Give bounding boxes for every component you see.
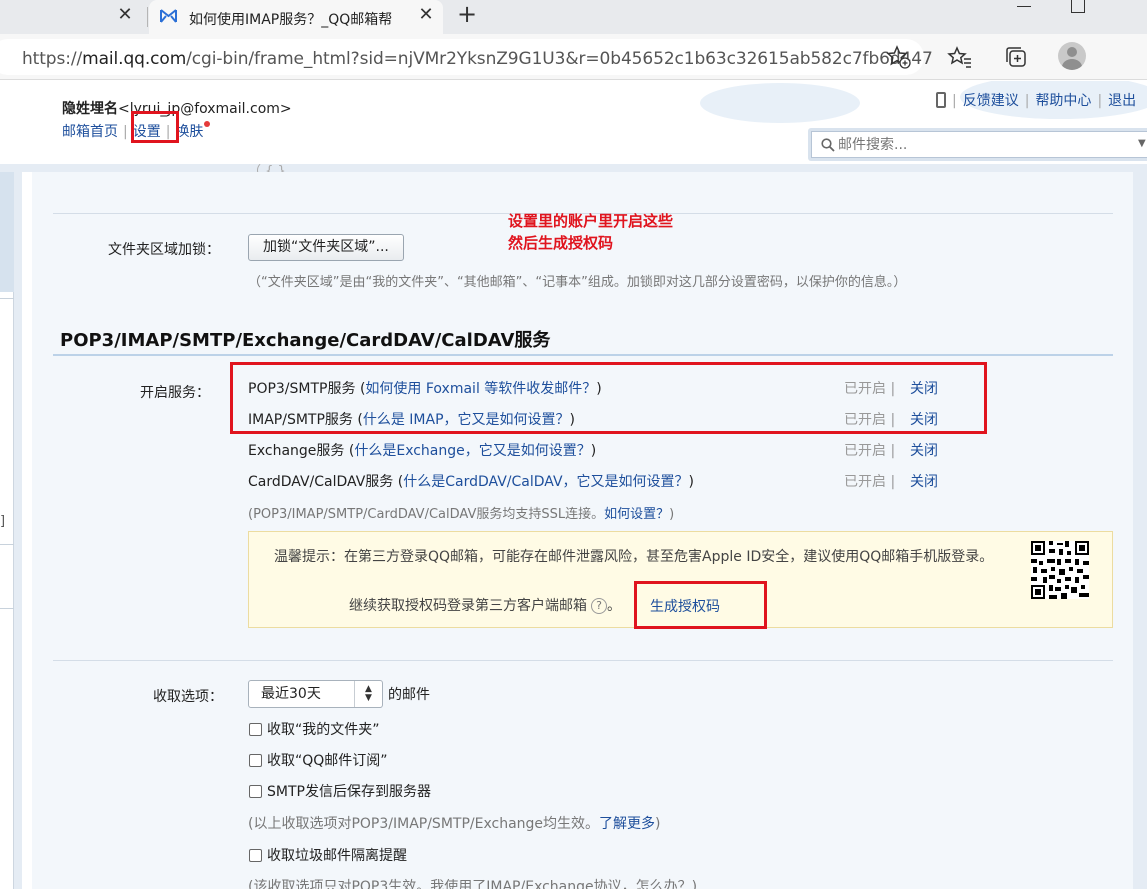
favorites-icon[interactable] (947, 44, 973, 70)
add-favorite-icon[interactable] (886, 44, 912, 70)
left-sidebar-edge: ] (0, 172, 14, 889)
browser-toolbar: https://mail.qq.com/cgi-bin/frame_html?s… (0, 34, 1147, 80)
search-icon[interactable] (821, 138, 835, 152)
continue-text: 继续获取授权码登录第三方客户端邮箱?。 (349, 598, 621, 614)
url-text: https://mail.qq.com/cgi-bin/frame_html?s… (22, 49, 933, 69)
folder-lock-hint: （“文件夹区域”是由“我的文件夹”、“其他邮箱”、“记事本”组成。加锁即对这几部… (248, 275, 907, 290)
mobile-phone-icon[interactable] (936, 92, 946, 108)
search-box: ▼ (811, 131, 1147, 158)
close-tab-icon[interactable]: ✕ (415, 4, 437, 26)
mail-search: ▼ (808, 128, 1147, 161)
feedback-link[interactable]: 反馈建议 (963, 93, 1019, 109)
close-service-link[interactable]: 关闭 (910, 471, 938, 491)
select-arrows-icon[interactable]: ▲ ▼ (354, 681, 382, 707)
service-row-carddav: CardDAV/CalDAV服务 (什么是CardDAV/CalDAV，它又是如… (248, 474, 695, 490)
profile-icon[interactable] (1058, 42, 1086, 70)
tab-separator (147, 7, 148, 27)
annotation-line: 然后生成授权码 (508, 234, 614, 252)
collections-icon[interactable] (1003, 44, 1029, 70)
browser-tab-strip: ✕ 如何使用IMAP服务？_QQ邮箱帮 ✕ + (0, 0, 1147, 34)
receive-range-select[interactable]: 最近30天 ▲ ▼ (248, 680, 383, 708)
annotation-box-settings (131, 111, 179, 143)
ssl-hint: (POP3/IMAP/SMTP/CardDAV/CalDAV服务均支持SSL连接… (248, 507, 675, 522)
learn-more-link[interactable]: 了解更多 (599, 816, 655, 832)
divider (53, 660, 1113, 661)
checkbox[interactable] (249, 723, 262, 736)
search-dropdown-icon[interactable]: ▼ (1138, 138, 1146, 149)
receive-range-suffix: 的邮件 (388, 687, 430, 703)
active-tab[interactable]: 如何使用IMAP服务？_QQ邮箱帮 ✕ (149, 0, 443, 34)
option-spam-alert[interactable]: 收取垃圾邮件隔离提醒 (249, 845, 407, 865)
maximize-window-icon[interactable] (1070, 0, 1086, 14)
checkbox[interactable] (249, 849, 262, 862)
service-name: Exchange服务 (248, 443, 345, 459)
user-name: 隐姓埋名 (62, 101, 118, 117)
change-skin-link[interactable]: 换肤 (175, 124, 203, 140)
qq-mail-favicon-icon (160, 9, 177, 23)
address-bar[interactable]: https://mail.qq.com/cgi-bin/frame_html?s… (0, 39, 933, 75)
option-qq-subscription[interactable]: 收取“QQ邮件订阅” (249, 750, 388, 770)
option-smtp-save[interactable]: SMTP发信后保存到服务器 (249, 781, 431, 801)
annotation-note: 设置里的账户里开启这些 然后生成授权码 (508, 210, 673, 254)
receive-options-label: 收取选项： (153, 689, 223, 705)
top-links: | 反馈建议 | 帮助中心 | 退出 (936, 90, 1136, 110)
spam-hint: (该收取选项只对POP3生效。我使用了IMAP/Exchange协议，怎么办？) (248, 879, 698, 889)
checkbox[interactable] (249, 785, 262, 798)
select-value: 最近30天 (261, 686, 321, 702)
service-help-link[interactable]: 什么是Exchange，它又是如何设置？ (354, 443, 590, 459)
tab-title: 如何使用IMAP服务？_QQ邮箱帮 (189, 12, 393, 28)
section-underline (53, 354, 1113, 356)
service-status: 已开启 | (844, 474, 896, 490)
option-my-folders[interactable]: 收取“我的文件夹” (249, 719, 380, 739)
help-question-icon[interactable]: ? (591, 598, 607, 614)
service-status: 已开启 | (844, 443, 896, 459)
annotation-line: 设置里的账户里开启这些 (508, 212, 674, 230)
enable-service-label: 开启服务： (140, 385, 210, 401)
new-tab-icon[interactable]: + (454, 2, 480, 28)
mail-search-input[interactable] (838, 135, 1138, 155)
security-tip-text: 温馨提示：在第三方登录QQ邮箱，可能存在邮件泄露风险，甚至危害Apple ID安… (274, 549, 994, 565)
lock-folder-area-button[interactable]: 加锁“文件夹区域”... (248, 234, 404, 261)
close-tab-icon[interactable]: ✕ (114, 4, 136, 26)
folder-lock-label: 文件夹区域加锁： (108, 242, 220, 258)
minimize-window-icon[interactable] (1012, 0, 1038, 20)
service-help-link[interactable]: 什么是CardDAV/CalDAV，它又是如何设置？ (403, 474, 688, 490)
close-service-link[interactable]: 关闭 (910, 440, 938, 460)
checkbox[interactable] (249, 754, 262, 767)
previous-section-fragment: （ { } (248, 164, 286, 172)
annotation-box-generate (634, 581, 767, 629)
help-center-link[interactable]: 帮助中心 (1035, 93, 1091, 109)
sidebar-panel (0, 172, 14, 292)
notification-dot (204, 121, 211, 127)
service-name: CardDAV/CalDAV服务 (248, 474, 394, 490)
ssl-how-to-link[interactable]: 如何设置？ (604, 507, 669, 522)
previous-tab[interactable]: ✕ (0, 0, 146, 34)
services-section-title: POP3/IMAP/SMTP/Exchange/CardDAV/CalDAV服务 (60, 330, 551, 351)
header-cloud-decoration (700, 83, 860, 123)
qr-code-icon (1031, 541, 1089, 599)
service-row-exchange: Exchange服务 (什么是Exchange，它又是如何设置？) (248, 443, 597, 459)
annotation-box-services (230, 362, 987, 434)
receive-hint: (以上收取选项对POP3/IMAP/SMTP/Exchange均生效。了解更多) (248, 816, 661, 832)
logout-link[interactable]: 退出 (1108, 93, 1136, 109)
mailbox-home-link[interactable]: 邮箱首页 (62, 124, 118, 140)
